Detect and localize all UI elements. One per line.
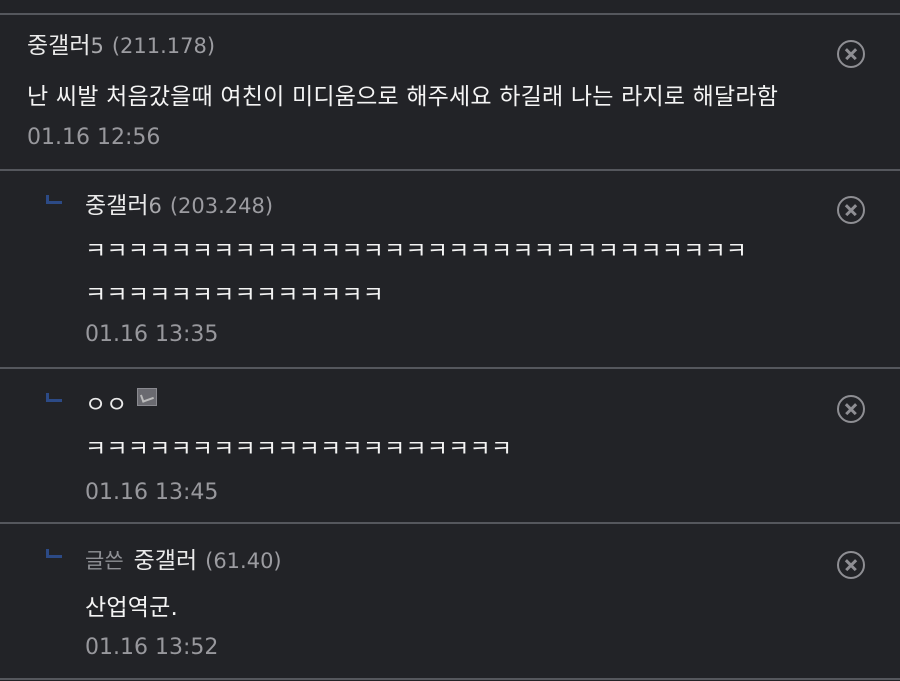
comment-text: 산업역군. — [85, 595, 178, 621]
comment-timestamp: 01.16 13:52 — [85, 635, 219, 660]
comment-header: ㅇㅇ — [85, 388, 158, 420]
comment-text: 난 씨발 처음갔을때 여친이 미디움으로 해주세요 하길래 나는 라지로 해달라… — [27, 84, 779, 110]
nickname[interactable]: 중갤러 — [27, 33, 90, 59]
close-circle-icon[interactable] — [837, 551, 865, 579]
nickname-suffix: 5 — [90, 34, 104, 58]
comment-timestamp: 01.16 13:35 — [85, 322, 219, 347]
nickname-suffix: 6 — [148, 194, 162, 218]
nickname[interactable]: ㅇㅇ — [85, 392, 127, 418]
comment-text: ㅋㅋㅋㅋㅋㅋㅋㅋㅋㅋㅋㅋㅋㅋㅋㅋㅋㅋㅋㅋ — [85, 436, 513, 462]
ip-address: (61.40) — [205, 549, 282, 573]
close-circle-icon[interactable] — [837, 40, 865, 68]
close-circle-icon[interactable] — [837, 196, 865, 224]
comment-timestamp: 01.16 12:56 — [27, 125, 161, 150]
fixed-nick-badge-icon — [137, 388, 158, 406]
ip-address: (211.178) — [111, 34, 216, 58]
comment-list: 중갤러5 (211.178) 난 씨발 처음갔을때 여친이 미디움으로 해주세요 … — [0, 0, 900, 681]
reply-item: 글쓴 중갤러 (61.40) 산업역군. 01.16 13:52 — [0, 524, 900, 681]
reply-arrow-icon — [46, 393, 62, 402]
ip-address: (203.248) — [169, 194, 274, 218]
comment-text: ㅋㅋㅋㅋㅋㅋㅋㅋㅋㅋㅋㅋㅋㅋ — [85, 282, 385, 308]
comment-timestamp: 01.16 13:45 — [85, 480, 219, 505]
comment-header: 중갤러6 (203.248) — [85, 191, 273, 221]
comment-header: 글쓴 중갤러 (61.40) — [85, 546, 282, 576]
nickname[interactable]: 중갤러 — [134, 548, 197, 574]
close-circle-icon[interactable] — [837, 395, 865, 423]
comment-header: 중갤러5 (211.178) — [27, 31, 215, 61]
comment-item: 중갤러5 (211.178) 난 씨발 처음갔을때 여친이 미디움으로 해주세요 … — [0, 15, 900, 169]
divider — [0, 678, 900, 680]
nickname[interactable]: 중갤러 — [85, 193, 148, 219]
comment-text: ㅋㅋㅋㅋㅋㅋㅋㅋㅋㅋㅋㅋㅋㅋㅋㅋㅋㅋㅋㅋㅋㅋㅋㅋㅋㅋㅋㅋㅋㅋㅋ — [85, 238, 748, 264]
reply-item: 중갤러6 (203.248) ㅋㅋㅋㅋㅋㅋㅋㅋㅋㅋㅋㅋㅋㅋㅋㅋㅋㅋㅋㅋㅋㅋㅋㅋㅋㅋ… — [0, 171, 900, 367]
author-tag: 글쓴 — [85, 549, 124, 573]
reply-arrow-icon — [46, 549, 62, 558]
reply-item: ㅇㅇ ㅋㅋㅋㅋㅋㅋㅋㅋㅋㅋㅋㅋㅋㅋㅋㅋㅋㅋㅋㅋ 01.16 13:45 — [0, 369, 900, 522]
reply-arrow-icon — [46, 195, 62, 204]
